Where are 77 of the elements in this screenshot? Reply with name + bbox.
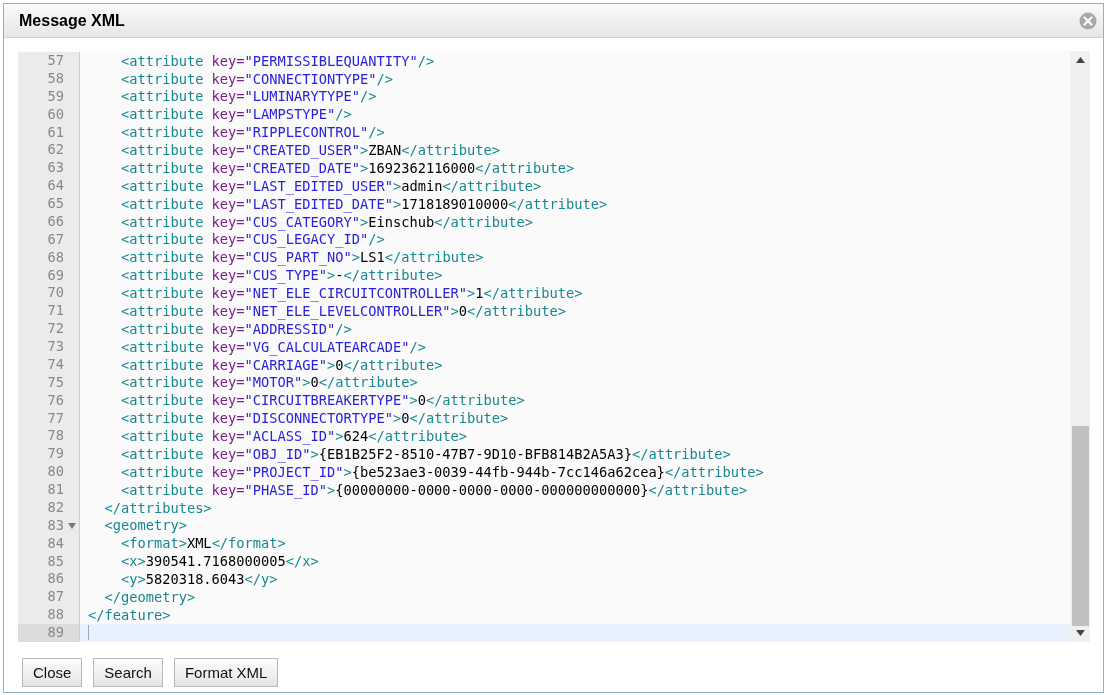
code-line: <attribute key="LAST_EDITED_USER">admin</attribute> (119, 177, 542, 195)
line-number: 75 (47, 375, 64, 390)
code-line: </feature> (88, 606, 171, 624)
line-number: 64 (47, 179, 64, 193)
line-number: 76 (47, 393, 64, 408)
close-icon[interactable] (1079, 11, 1097, 30)
code-line: <attribute key="ADDRESSID"/> (119, 320, 352, 338)
code-editor[interactable] (18, 51, 1090, 642)
line-number: 89 (47, 626, 64, 640)
code-line: <attribute key="DISCONNECTORTYPE">0</attribute> (119, 410, 509, 427)
line-number: 81 (47, 483, 64, 497)
code-line: <attribute key="PHASE_ID">{00000000-0000-0000-0000-000000000000}</attribute> (119, 481, 748, 499)
code-line: <attribute key="LAST_EDITED_DATE">1718189010000</attribute> (119, 195, 608, 213)
line-number: 77 (47, 411, 64, 426)
line-number: 83 (47, 518, 64, 533)
code-line: <attribute key="CUS_CATEGORY">Einschub</attribute> (119, 213, 534, 231)
line-number: 71 (47, 304, 64, 319)
code-line: <attribute key="PROJECT_ID">{be523ae3-0039-44fb-944b-7cc146a62cea}</attribute> (119, 463, 764, 481)
line-number: 86 (47, 572, 64, 587)
line-number: 82 (47, 500, 64, 515)
scroll-down-icon[interactable] (1075, 630, 1085, 636)
code-line: <attribute key="LUMINARYTYPE"/> (119, 88, 377, 105)
line-number: 60 (47, 107, 64, 122)
code-line: </geometry> (103, 588, 196, 606)
line-number: 84 (47, 536, 64, 551)
line-number: 66 (47, 214, 64, 229)
dialog-button[interactable]: Format XML (173, 658, 279, 687)
text-cursor (88, 625, 89, 641)
line-number: 80 (47, 465, 64, 479)
dialog-button[interactable]: Search (93, 658, 163, 687)
code-line: <attribute key="CREATED_DATE">1692362116000</attribute> (119, 159, 575, 177)
code-line: <attribute key="ACLASS_ID">624</attribute> (119, 428, 468, 445)
scrollbar-thumb[interactable] (1071, 426, 1089, 626)
line-number: 57 (47, 54, 64, 68)
code-line: <attribute key="LAMPSTYPE"/> (119, 106, 352, 123)
code-line: <attribute key="PERMISSIBLEQUANTITY"/> (119, 52, 435, 70)
code-line: <attribute key="CARRIAGE">0</attribute> (119, 356, 443, 374)
code-line: <format>XML</format> (119, 535, 286, 552)
line-number: 59 (47, 89, 64, 104)
code-line: <attribute key="NET_ELE_CIRCUITCONTROLLER">1</attribute> (119, 285, 583, 302)
line-number: 87 (47, 590, 64, 605)
line-number: 62 (47, 143, 64, 158)
line-number: 68 (47, 250, 64, 265)
line-number: 85 (47, 554, 64, 569)
scroll-up-icon[interactable] (1075, 57, 1085, 63)
line-number: 79 (47, 447, 64, 462)
code-line: <attribute key="NET_ELE_LEVELCONTROLLER">0</attribute> (119, 302, 566, 320)
dialog-button[interactable]: Close (22, 658, 83, 687)
fold-arrow-icon[interactable] (67, 522, 76, 529)
line-number: 78 (47, 429, 64, 444)
line-number: 70 (47, 286, 64, 301)
code-line: <attribute key="CREATED_USER">ZBAN</attribute> (119, 142, 501, 159)
code-line: <attribute key="CUS_PART_NO">LS1</attribute> (119, 249, 484, 266)
code-line: <attribute key="MOTOR">0</attribute> (119, 374, 418, 391)
line-number: 73 (47, 340, 64, 354)
line-number: 63 (47, 161, 64, 176)
code-line: <x>390541.7168000005</x> (119, 553, 319, 570)
line-number: 58 (47, 71, 64, 86)
code-line: <attribute key="CONNECTIONTYPE"/> (119, 70, 393, 88)
code-line: <y>5820318.6043</y> (119, 571, 278, 588)
code-line: <attribute key="CIRCUITBREAKERTYPE">0</attribute> (119, 392, 525, 409)
line-number: 72 (47, 322, 64, 336)
line-number: 67 (47, 232, 64, 247)
code-line: <attribute key="RIPPLECONTROL"/> (119, 124, 385, 141)
code-line: <geometry> (103, 517, 187, 534)
code-line: <attribute key="OBJ_ID">{EB1B25F2-8510-47B7-9D10-BFB814B2A5A3}</attribute> (119, 445, 731, 463)
line-number: 74 (47, 357, 64, 372)
code-line: </attributes> (103, 499, 212, 517)
line-number: 65 (47, 197, 64, 211)
scrollbar[interactable] (1070, 51, 1090, 642)
line-number: 69 (47, 268, 64, 283)
code-line: <attribute key="CUS_LEGACY_ID"/> (119, 231, 385, 248)
code-line: <attribute key="VG_CALCULATEARCADE"/> (119, 338, 426, 356)
code-line: <attribute key="CUS_TYPE">-</attribute> (119, 267, 443, 284)
line-number: 88 (47, 608, 64, 622)
dialog-title: Message XML (19, 11, 125, 30)
line-number: 61 (47, 125, 64, 140)
